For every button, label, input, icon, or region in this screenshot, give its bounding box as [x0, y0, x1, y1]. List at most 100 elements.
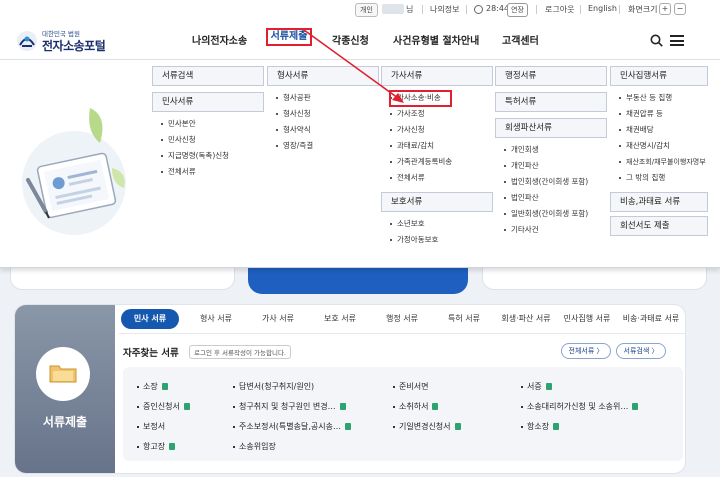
menu-sub-item[interactable]: 채권배당 [610, 122, 708, 138]
document-form-icon[interactable] [432, 403, 439, 410]
menu-sub-item[interactable]: 가족관계등록비송 [381, 154, 493, 170]
menu-sub-item[interactable]: 영장/즉결 [267, 138, 379, 154]
doc-search-button[interactable]: 서류검색 〉 [616, 343, 666, 359]
document-submit-card: 서류제출 민사 서류 형사 서류 가사 서류 보호 서류 행정 서류 특허 서류… [14, 304, 686, 474]
frequent-doc-item[interactable]: 기일변경신청서 [393, 421, 461, 432]
zoom-in-button[interactable]: + [659, 3, 671, 15]
menu-sub-item[interactable]: 과태료/감치 [381, 138, 493, 154]
menu-recusal-submit[interactable]: 회선서도 제출 [610, 216, 708, 236]
document-form-icon[interactable] [344, 423, 351, 430]
tab-criminal[interactable]: 형사 서류 [191, 309, 241, 329]
tab-administrative[interactable]: 행정 서류 [377, 309, 427, 329]
menu-sub-item[interactable]: 기타사건 [495, 222, 607, 238]
all-docs-button[interactable]: 전체서류 〉 [561, 343, 611, 359]
menu-sub-item[interactable]: 재산조회/채무불이행자명부 [610, 154, 708, 170]
menu-non-litigation-docs[interactable]: 비송,과태료 서류 [610, 192, 708, 212]
menu-sub-item[interactable]: 전체서류 [381, 170, 493, 186]
frequent-docs-list: 소장 답변서(청구취지/원인) 준비서면 서증증인신청서 청구취지 및 청구원인 변경…… [123, 367, 683, 461]
menu-sub-item[interactable]: 가정아동보호 [381, 232, 493, 248]
nav-my-lawsuit[interactable]: 나의전자소송 [192, 32, 247, 47]
menu-sub-item[interactable]: 민사본안 [152, 116, 264, 132]
site-logo[interactable]: 대한민국 법원 전자소송포털 [16, 28, 116, 54]
menu-sub-item[interactable]: 전체서류 [152, 164, 264, 180]
document-form-icon[interactable] [454, 423, 461, 430]
menu-execution-docs[interactable]: 민사집행서류 [610, 66, 708, 86]
menu-sub-item[interactable]: 개인파산 [495, 158, 607, 174]
menu-sub-item[interactable]: 법인회생(간이회생 포함) [495, 174, 607, 190]
logout-link[interactable]: 로그아웃 [545, 4, 574, 15]
menu-civil-docs[interactable]: 민사서류 [152, 92, 264, 112]
english-link[interactable]: English [588, 4, 617, 13]
menu-sub-item[interactable]: 소년보호 [381, 216, 493, 232]
frequent-doc-item[interactable]: 보정서 [137, 421, 165, 432]
menu-protection-docs[interactable]: 보호서류 [381, 192, 493, 212]
frequent-doc-item[interactable]: 항고장 [137, 441, 176, 452]
menu-sub-item[interactable]: 가사신청 [381, 122, 493, 138]
document-form-icon[interactable] [169, 443, 176, 450]
tab-civil-execution[interactable]: 민사집행 서류 [559, 309, 615, 329]
search-icon[interactable] [650, 34, 663, 47]
menu-sub-item[interactable]: 형사공판 [267, 90, 379, 106]
menu-sub-item[interactable]: 지급명령(독촉)신청 [152, 148, 264, 164]
menu-sub-item[interactable]: 민사신청 [152, 132, 264, 148]
menu-sub-item[interactable]: 일반회생(간이회생 포함) [495, 206, 607, 222]
frequent-doc-item[interactable]: 답변서(청구취지/원인) [233, 381, 314, 392]
document-form-icon[interactable] [553, 423, 560, 430]
menu-sub-item[interactable]: 채권압류 등 [610, 106, 708, 122]
tab-patent[interactable]: 특허 서류 [439, 309, 489, 329]
menu-doc-search[interactable]: 서류검색 [152, 66, 264, 86]
document-form-icon[interactable] [161, 383, 168, 390]
menu-family-docs[interactable]: 가사서류 [381, 66, 493, 86]
menu-sub-item[interactable]: 부동산 등 집행 [610, 90, 708, 106]
tab-family[interactable]: 가사 서류 [253, 309, 303, 329]
frequent-doc-item[interactable]: 소취하서 [393, 401, 439, 412]
document-form-icon[interactable] [545, 383, 552, 390]
menu-sub-item[interactable]: 그 밖의 집행 [610, 170, 708, 186]
tab-protection[interactable]: 보호 서류 [315, 309, 365, 329]
menu-admin-docs[interactable]: 행정서류 [495, 66, 607, 86]
highlight-family-litigation [389, 90, 452, 107]
menu-rehab-docs[interactable]: 회생파산서류 [495, 118, 607, 138]
frequent-doc-item[interactable]: 서증 [521, 381, 552, 392]
tab-divider [119, 333, 685, 334]
menu-sub-item[interactable]: 개인회생 [495, 142, 607, 158]
extend-session-button[interactable]: 연장 [507, 3, 528, 17]
menu-sub-item[interactable]: 법인파산 [495, 190, 607, 206]
frequent-doc-item[interactable]: 소장 [137, 381, 168, 392]
my-info-link[interactable]: 나의정보 [430, 4, 459, 15]
bullet-dot [137, 405, 139, 408]
frequent-doc-item[interactable]: 청구취지 및 청구원인 변경… [233, 401, 346, 412]
nav-document-submit[interactable]: 서류제출 [266, 28, 312, 46]
document-form-icon[interactable] [183, 403, 190, 410]
menu-sub-item[interactable]: 가사조정 [381, 106, 493, 122]
page: 개인 님 나의정보 28:44 연장 로그아웃 English 화면크기 + −… [0, 0, 720, 477]
tab-non-litigation[interactable]: 비송·과태료 서류 [617, 309, 685, 329]
document-form-icon[interactable] [339, 403, 346, 410]
frequent-doc-item[interactable]: 증인신청서 [137, 401, 190, 412]
frequent-doc-item[interactable]: 주소보정서(특별송달,공시송… [233, 421, 351, 432]
hamburger-menu-icon[interactable] [670, 35, 684, 46]
bullet-dot [393, 405, 395, 408]
tab-civil[interactable]: 민사 서류 [121, 309, 179, 329]
frequent-doc-item[interactable]: 준비서면 [393, 381, 428, 392]
frequent-doc-item[interactable]: 소송대리허가신청 및 소송위… [521, 401, 639, 412]
zoom-out-button[interactable]: − [674, 3, 686, 15]
frequent-doc-label: 항소장 [527, 422, 550, 431]
menu-sub-item[interactable]: 형사신청 [267, 106, 379, 122]
document-form-icon[interactable] [632, 403, 639, 410]
menu-sub-item[interactable]: 형사약식 [267, 122, 379, 138]
nav-applications[interactable]: 각종신청 [332, 32, 369, 47]
bullet-dot [233, 405, 235, 408]
nav-case-guide[interactable]: 사건유형별 절차안내 [393, 32, 479, 47]
divider [580, 5, 581, 14]
menu-patent-docs[interactable]: 특허서류 [495, 92, 607, 112]
menu-sub-item[interactable]: 재산명시/감치 [610, 138, 708, 154]
nav-document-submit-label: 서류제출 [270, 31, 308, 42]
tab-rehab-bankruptcy[interactable]: 회생·파산 서류 [495, 309, 557, 329]
utility-bar: 개인 님 나의정보 28:44 연장 로그아웃 English 화면크기 + − [0, 0, 720, 20]
frequent-doc-item[interactable]: 항소장 [521, 421, 560, 432]
menu-criminal-docs[interactable]: 형사서류 [267, 66, 379, 86]
bullet-dot [521, 385, 523, 388]
nav-customer-center[interactable]: 고객센터 [502, 32, 539, 47]
frequent-doc-item[interactable]: 소송위임장 [233, 441, 276, 452]
